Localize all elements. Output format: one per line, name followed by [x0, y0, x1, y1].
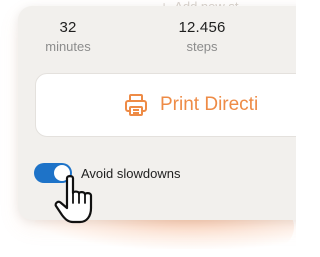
- minutes-stat: 32 minutes: [40, 19, 96, 54]
- minutes-label: minutes: [45, 39, 91, 54]
- print-directions-label: Print Directi: [160, 94, 259, 115]
- minutes-value: 32: [59, 19, 77, 36]
- steps-stat: 12.456 steps: [164, 19, 240, 54]
- steps-value: 12.456: [178, 19, 226, 36]
- printer-icon: [123, 92, 149, 118]
- hand-pointer-icon: [53, 174, 95, 226]
- steps-label: steps: [186, 39, 218, 54]
- avoid-slowdowns-label: Avoid slowdowns: [81, 165, 181, 181]
- print-directions-button[interactable]: Print Directi: [35, 73, 296, 137]
- screen: +Add new st 32 minutes 12.456 steps Prin…: [0, 0, 296, 257]
